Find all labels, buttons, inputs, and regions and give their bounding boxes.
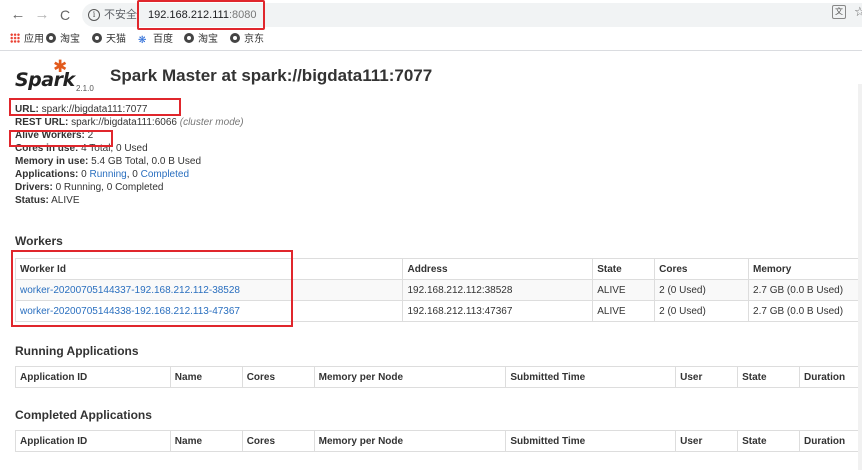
col-name[interactable]: Name xyxy=(169,430,243,452)
spark-version: 2.1.0 xyxy=(76,84,94,93)
cell-address: 192.168.212.113:47367 xyxy=(402,300,594,322)
rest-mode: (cluster mode) xyxy=(179,117,244,128)
label: Memory in use: xyxy=(15,156,89,167)
bookmark-taobao[interactable]: 淘宝 xyxy=(46,33,80,47)
spark-wordmark: Spark xyxy=(15,69,75,91)
col-state[interactable]: State xyxy=(592,258,656,280)
col-state[interactable]: State xyxy=(737,430,800,452)
col-cores[interactable]: Cores xyxy=(654,258,750,280)
col-application-id[interactable]: Application ID xyxy=(15,430,171,452)
col-memory[interactable]: Memory xyxy=(748,258,861,280)
col-submitted-time[interactable]: Submitted Time xyxy=(505,366,677,388)
translate-icon[interactable]: 文 xyxy=(832,5,846,19)
workers-highlight xyxy=(11,250,293,327)
col-application-id[interactable]: Application ID xyxy=(15,366,171,388)
summary-drivers: Drivers: 0 Running, 0 Completed xyxy=(15,182,163,194)
value: 0 Running, 0 Completed xyxy=(52,182,164,193)
label: Drivers: xyxy=(15,182,53,193)
bookmark-label: 京东 xyxy=(244,34,264,45)
summary-memory: Memory in use: 5.4 GB Total, 0.0 B Used xyxy=(15,156,201,168)
label: Applications: xyxy=(15,169,79,180)
cell-memory: 2.7 GB (0.0 B Used) xyxy=(748,279,861,301)
globe-icon xyxy=(46,33,56,43)
completed-apps-link[interactable]: Completed xyxy=(141,169,189,180)
toolbar-divider xyxy=(0,50,862,51)
url-highlight-box xyxy=(137,0,265,30)
globe-icon xyxy=(184,33,194,43)
table-header-row: Application ID Name Cores Memory per Nod… xyxy=(15,430,862,452)
completed-apps-table: Application ID Name Cores Memory per Nod… xyxy=(15,430,862,452)
arrow-left-icon[interactable]: ← xyxy=(10,7,26,23)
cell-cores: 2 (0 Used) xyxy=(654,300,750,322)
running-apps-table: Application ID Name Cores Memory per Nod… xyxy=(15,366,862,388)
cell-memory: 2.7 GB (0.0 B Used) xyxy=(748,300,861,322)
scrollbar[interactable] xyxy=(858,84,862,470)
bookmark-label: 淘宝 xyxy=(60,34,80,45)
value: 5.4 GB Total, 0.0 B Used xyxy=(88,156,202,167)
alive-workers-highlight xyxy=(9,130,113,147)
col-state[interactable]: State xyxy=(737,366,800,388)
workers-heading: Workers xyxy=(15,234,63,248)
value: 0 xyxy=(78,169,90,180)
cell-address: 192.168.212.112:38528 xyxy=(402,279,594,301)
globe-icon xyxy=(92,33,102,43)
reload-icon[interactable]: C xyxy=(57,7,73,23)
baidu-paw-icon: ❋ xyxy=(138,35,147,46)
label: Status: xyxy=(15,195,49,206)
col-memory-per-node[interactable]: Memory per Node xyxy=(313,430,507,452)
col-user[interactable]: User xyxy=(675,430,739,452)
apps-grid-icon xyxy=(10,33,20,43)
label: REST URL: xyxy=(15,117,69,128)
cell-state: ALIVE xyxy=(592,279,656,301)
info-icon[interactable]: i xyxy=(88,9,100,21)
bookmark-tmall[interactable]: 天猫 xyxy=(92,33,126,47)
globe-icon xyxy=(230,33,240,43)
value: , 0 xyxy=(126,169,141,180)
bookmark-apps[interactable]: 应用 xyxy=(10,33,44,47)
spark-logo[interactable]: ✱ Spark xyxy=(15,57,75,95)
bookmark-jd[interactable]: 京东 xyxy=(230,33,264,47)
bookmark-label: 淘宝 xyxy=(198,34,218,45)
security-label[interactable]: 不安全 xyxy=(104,8,137,22)
running-apps-heading: Running Applications xyxy=(15,344,139,358)
col-duration[interactable]: Duration xyxy=(798,430,862,452)
col-cores[interactable]: Cores xyxy=(241,366,315,388)
completed-apps-heading: Completed Applications xyxy=(15,408,152,422)
bookmark-label: 百度 xyxy=(153,34,173,45)
page-title: Spark Master at spark://bigdata111:7077 xyxy=(110,66,433,85)
summary-status: Status: ALIVE xyxy=(15,195,79,207)
col-memory-per-node[interactable]: Memory per Node xyxy=(313,366,507,388)
col-name[interactable]: Name xyxy=(169,366,243,388)
value: ALIVE xyxy=(48,195,80,206)
browser-toolbar: ← → C i 不安全 192.168.212.111:8080 文 ☆ xyxy=(0,0,862,30)
value: spark://bigdata111:6066 xyxy=(68,117,177,128)
url-highlight xyxy=(9,98,181,116)
bookmark-star-icon[interactable]: ☆ xyxy=(854,4,862,20)
bookmark-taobao-2[interactable]: 淘宝 xyxy=(184,33,218,47)
cell-state: ALIVE xyxy=(592,300,656,322)
summary-rest-url: REST URL: spark://bigdata111:6066 (clust… xyxy=(15,117,244,129)
col-submitted-time[interactable]: Submitted Time xyxy=(505,430,677,452)
table-header-row: Application ID Name Cores Memory per Nod… xyxy=(15,366,862,388)
cell-cores: 2 (0 Used) xyxy=(654,279,750,301)
col-user[interactable]: User xyxy=(675,366,739,388)
bookmark-label: 天猫 xyxy=(106,34,126,45)
running-apps-link[interactable]: Running xyxy=(89,169,126,180)
bookmark-baidu[interactable]: ❋ 百度 xyxy=(138,33,173,47)
col-duration[interactable]: Duration xyxy=(798,366,862,388)
col-address[interactable]: Address xyxy=(402,258,594,280)
summary-applications: Applications: 0 Running, 0 Completed xyxy=(15,169,189,181)
col-cores[interactable]: Cores xyxy=(241,430,315,452)
bookmark-label: 应用 xyxy=(24,34,44,45)
arrow-right-icon[interactable]: → xyxy=(34,7,50,23)
bookmarks-bar: 应用 淘宝 天猫 ❋ 百度 淘宝 京东 xyxy=(0,30,862,50)
